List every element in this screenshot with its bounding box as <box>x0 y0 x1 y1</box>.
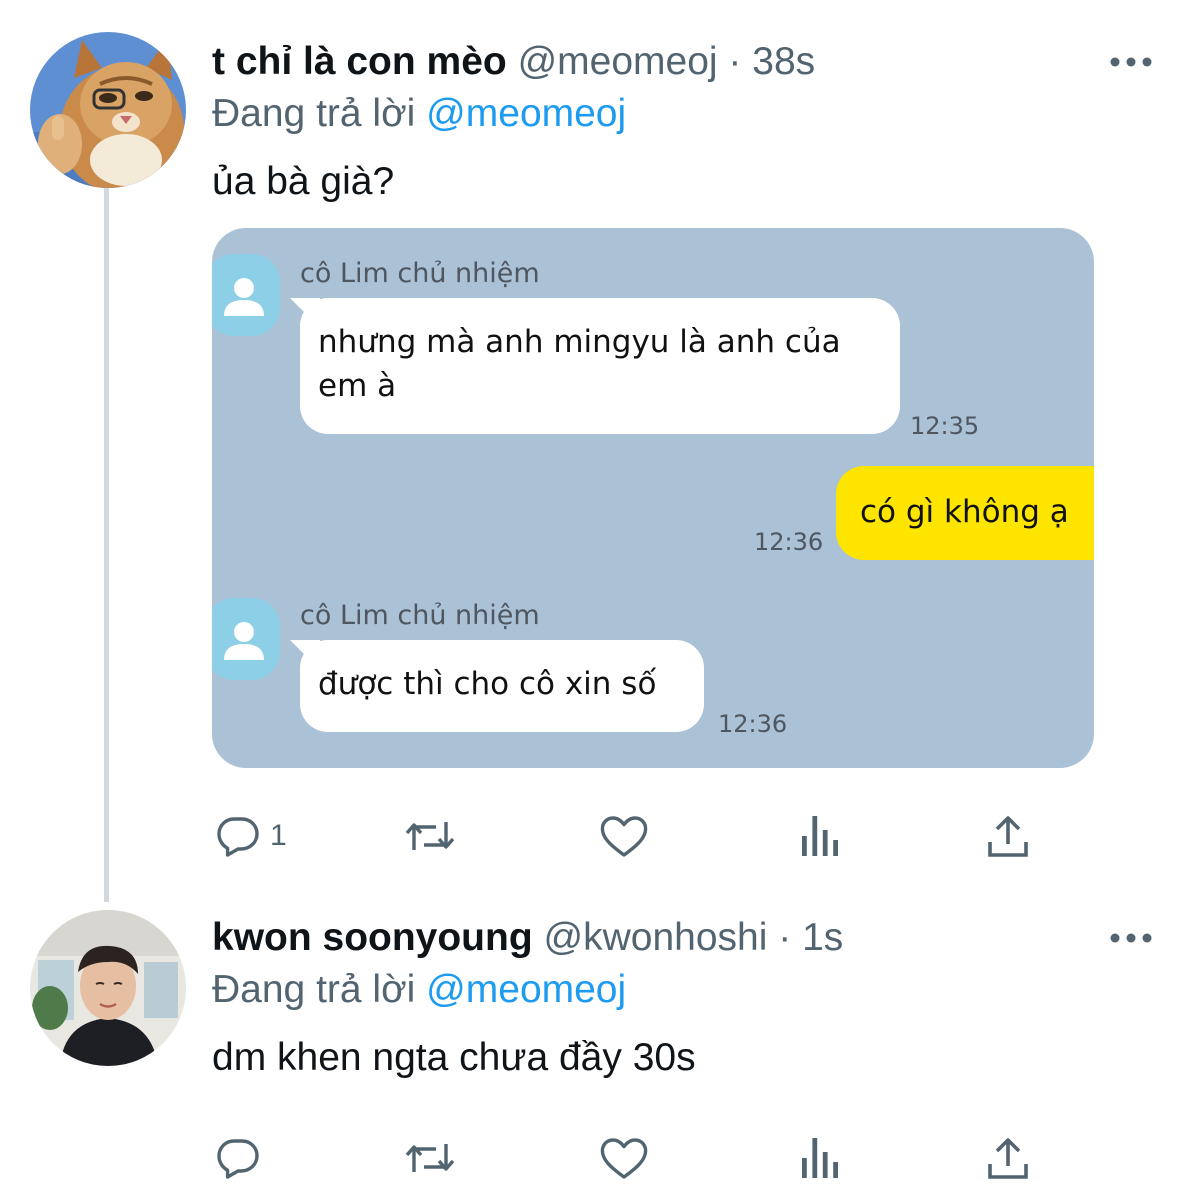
chat-sender-name: cô Lim chủ nhiệm <box>300 600 540 631</box>
analytics-button[interactable] <box>800 808 840 864</box>
tweet-text: dm khen ngta chưa đầy 30s <box>212 1036 696 1079</box>
replying-to-mention[interactable]: @meomeoj <box>426 92 626 135</box>
cat-photo <box>30 32 186 188</box>
separator-dot: · <box>778 916 792 959</box>
retweet-button[interactable] <box>402 1130 458 1186</box>
heart-icon <box>600 816 648 857</box>
chat-bubble-received: được thì cho cô xin số <box>300 640 704 732</box>
user-photo <box>30 910 186 1066</box>
like-button[interactable] <box>598 1130 650 1186</box>
analytics-bars-icon <box>802 816 838 856</box>
display-name[interactable]: t chỉ là con mèo <box>212 40 507 83</box>
share-button[interactable] <box>986 1130 1030 1186</box>
chat-message-line: được thì cho cô xin số <box>318 666 657 702</box>
chat-timestamp: 12:35 <box>910 412 980 440</box>
chat-bubble-received: nhưng mà anh mingyu là anh của em à <box>300 298 900 434</box>
chat-sender-name: cô Lim chủ nhiệm <box>300 258 540 289</box>
user-handle[interactable]: @meomeoj <box>518 40 718 83</box>
replying-to: Đang trả lời @meomeoj <box>212 88 1155 140</box>
chat-message-line: nhưng mà anh mingyu là anh của <box>318 324 841 360</box>
reply-bubble-icon <box>217 817 259 857</box>
replying-to-label: Đang trả lời <box>212 968 416 1011</box>
user-handle[interactable]: @kwonhoshi <box>544 916 768 959</box>
tweet-1[interactable]: t chỉ là con mèo @meomeoj · 38s Đang trả… <box>0 0 1179 900</box>
default-user-icon <box>224 622 264 660</box>
share-upload-icon <box>988 1138 1028 1179</box>
chat-message-line: có gì không ạ <box>860 494 1069 530</box>
tweet-header: kwon soonyoung @kwonhoshi · 1s <box>212 912 1155 964</box>
tweet-time[interactable]: 1s <box>802 916 843 959</box>
reply-button[interactable] <box>214 1130 270 1186</box>
tweet-2[interactable]: kwon soonyoung @kwonhoshi · 1s Đang trả … <box>0 900 1179 1180</box>
default-user-icon <box>224 278 264 316</box>
chat-timestamp: 12:36 <box>718 710 788 738</box>
tweet-actions <box>212 1130 1052 1186</box>
chat-message-line: em à <box>318 368 397 404</box>
tweet-header: t chỉ là con mèo @meomeoj · 38s <box>212 36 1155 88</box>
analytics-bars-icon <box>802 1138 838 1178</box>
replying-to-label: Đang trả lời <box>212 92 416 135</box>
reply-count: 1 <box>270 819 287 852</box>
avatar-user-photo[interactable] <box>30 910 186 1066</box>
more-dots-icon[interactable] <box>1107 924 1155 952</box>
analytics-button[interactable] <box>800 1130 840 1186</box>
chat-avatar <box>212 598 280 680</box>
more-dots-icon[interactable] <box>1107 48 1155 76</box>
display-name[interactable]: kwon soonyoung <box>212 916 533 959</box>
heart-icon <box>600 1138 648 1179</box>
replying-to-mention[interactable]: @meomeoj <box>426 968 626 1011</box>
separator-dot: · <box>728 40 742 83</box>
reply-button[interactable]: 1 <box>214 808 287 864</box>
chat-timestamp: 12:36 <box>754 528 824 556</box>
retweet-icon <box>405 822 455 850</box>
chat-bubble-sent: có gì không ạ <box>836 466 1094 560</box>
retweet-icon <box>405 1144 455 1172</box>
retweet-button[interactable] <box>402 808 458 864</box>
avatar-cat[interactable] <box>30 32 186 188</box>
tweet-text: ủa bà già? <box>212 160 395 203</box>
share-button[interactable] <box>986 808 1030 864</box>
attached-chat-image[interactable]: cô Lim chủ nhiệm nhưng mà anh mingyu là … <box>212 228 1094 768</box>
like-button[interactable] <box>598 808 650 864</box>
tweet-actions: 1 <box>212 808 1052 864</box>
replying-to: Đang trả lời @meomeoj <box>212 964 1155 1016</box>
share-upload-icon <box>988 816 1028 857</box>
chat-avatar <box>212 254 280 336</box>
tweet-time[interactable]: 38s <box>752 40 815 83</box>
reply-bubble-icon <box>217 1139 259 1179</box>
